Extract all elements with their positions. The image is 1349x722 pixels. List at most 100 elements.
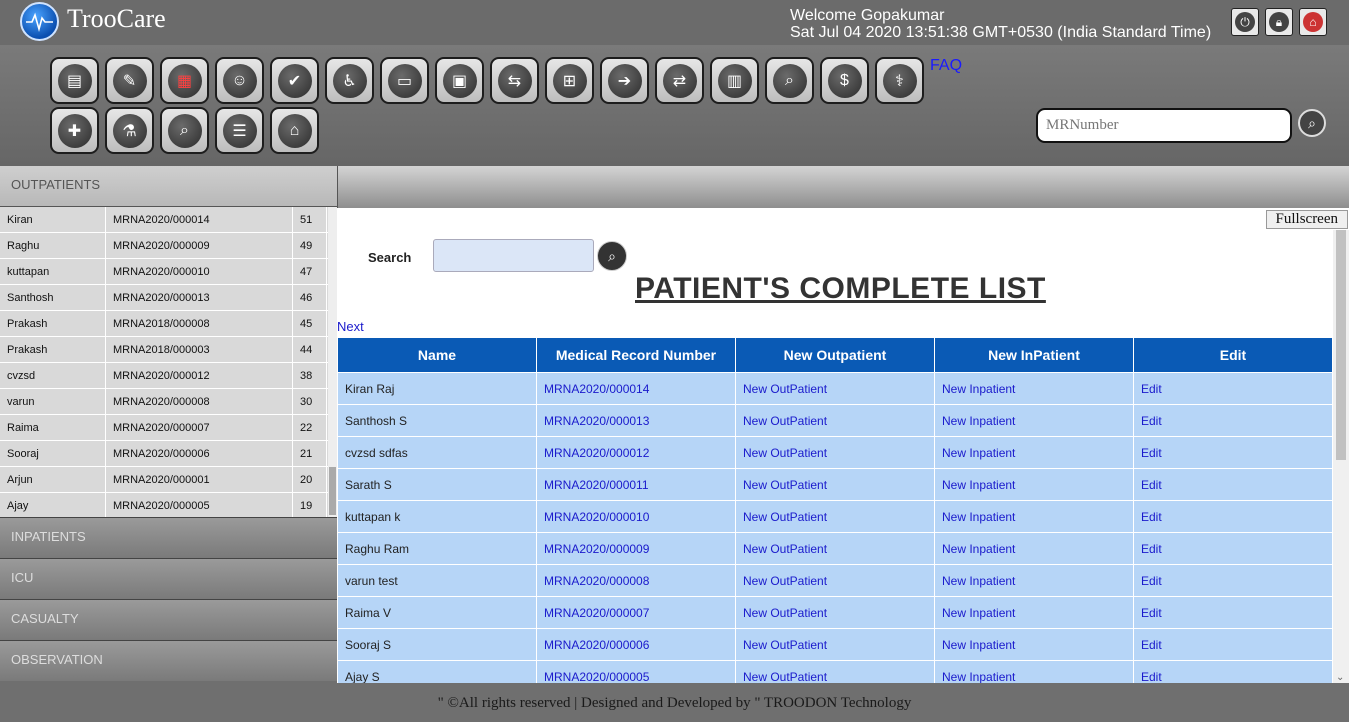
shift-button[interactable]: ⇄ — [655, 57, 704, 104]
power-button[interactable]: ⏻ — [1231, 8, 1259, 36]
list-item[interactable]: Prakash MRNA2018/000003 44 — [0, 337, 337, 363]
mr-number-input[interactable] — [1036, 108, 1292, 143]
mr-number-link[interactable]: MRNA2020/000014 — [536, 372, 736, 405]
new-outpatient-link[interactable]: New OutPatient — [735, 596, 935, 629]
bill-button[interactable]: ▦ — [160, 57, 209, 104]
wheelchair-button[interactable]: ♿ — [325, 57, 374, 104]
new-inpatient-link[interactable]: New Inpatient — [934, 660, 1134, 683]
bed-patient-icon: ▭ — [387, 63, 422, 98]
section-casualty[interactable]: CASUALTY — [0, 599, 337, 640]
new-inpatient-link[interactable]: New Inpatient — [934, 500, 1134, 533]
edit-link[interactable]: Edit — [1133, 500, 1333, 533]
new-inpatient-link[interactable]: New Inpatient — [934, 596, 1134, 629]
mr-number-link[interactable]: MRNA2020/000009 — [536, 532, 736, 565]
patient-search-button[interactable]: ⌕ — [597, 241, 627, 271]
search-button[interactable]: ⌕ — [160, 107, 209, 154]
new-outpatient-link[interactable]: New OutPatient — [735, 436, 935, 469]
ward-button[interactable]: ⌂ — [270, 107, 319, 154]
mr-number-link[interactable]: MRNA2020/000010 — [536, 500, 736, 533]
outpatients-scrollbar[interactable] — [328, 207, 337, 517]
edit-link[interactable]: Edit — [1133, 596, 1333, 629]
mr-number-link[interactable]: MRNA2020/000007 — [536, 596, 736, 629]
billing-button[interactable]: $ — [820, 57, 869, 104]
report-icon: ▥ — [717, 63, 752, 98]
outpatient-name: Santhosh — [0, 285, 106, 310]
section-observation[interactable]: OBSERVATION — [0, 640, 337, 681]
hospital-button[interactable]: ⊞ — [545, 57, 594, 104]
mr-number-link[interactable]: MRNA2020/000013 — [536, 404, 736, 437]
new-outpatient-link[interactable]: New OutPatient — [735, 628, 935, 661]
clipboard-check-button[interactable]: ✔ — [270, 57, 319, 104]
new-inpatient-link[interactable]: New Inpatient — [934, 468, 1134, 501]
outpatients-header[interactable]: OUTPATIENTS — [0, 166, 337, 207]
patient-name: Ajay S — [337, 660, 537, 683]
lab-flask-button[interactable]: ⚗ — [105, 107, 154, 154]
new-inpatient-link[interactable]: New Inpatient — [934, 628, 1134, 661]
new-outpatient-link[interactable]: New OutPatient — [735, 564, 935, 597]
section-inpatients[interactable]: INPATIENTS — [0, 517, 337, 558]
list-item[interactable]: Santhosh MRNA2020/000013 46 — [0, 285, 337, 311]
new-inpatient-link[interactable]: New Inpatient — [934, 404, 1134, 437]
mr-number-link[interactable]: MRNA2020/000012 — [536, 436, 736, 469]
prescription-button[interactable]: ✎ — [105, 57, 154, 104]
new-outpatient-link[interactable]: New OutPatient — [735, 372, 935, 405]
user-settings-button[interactable]: ☺ — [215, 57, 264, 104]
list-button[interactable]: ☰ — [215, 107, 264, 154]
new-inpatient-link[interactable]: New Inpatient — [934, 564, 1134, 597]
new-outpatient-link[interactable]: New OutPatient — [735, 500, 935, 533]
mr-number-link[interactable]: MRNA2020/000008 — [536, 564, 736, 597]
home-icon: ⌂ — [1303, 12, 1323, 32]
bed-patient-button[interactable]: ▭ — [380, 57, 429, 104]
edit-link[interactable]: Edit — [1133, 564, 1333, 597]
edit-link[interactable]: Edit — [1133, 436, 1333, 469]
mr-number-link[interactable]: MRNA2020/000005 — [536, 660, 736, 683]
edit-link[interactable]: Edit — [1133, 404, 1333, 437]
fullscreen-button[interactable]: Fullscreen — [1265, 210, 1348, 229]
new-inpatient-link[interactable]: New Inpatient — [934, 372, 1134, 405]
new-outpatient-link[interactable]: New OutPatient — [735, 532, 935, 565]
column-new-inpatient: New InPatient — [934, 337, 1134, 373]
edit-link[interactable]: Edit — [1133, 628, 1333, 661]
new-inpatient-link[interactable]: New Inpatient — [934, 436, 1134, 469]
edit-link[interactable]: Edit — [1133, 660, 1333, 683]
lab-flask-icon: ⚗ — [112, 113, 147, 148]
edit-link[interactable]: Edit — [1133, 532, 1333, 565]
table-row: varun test MRNA2020/000008 New OutPatient N… — [337, 564, 1333, 597]
mr-number-link[interactable]: MRNA2020/000011 — [536, 468, 736, 501]
doctor-button[interactable]: ⚕ — [875, 57, 924, 104]
report-button[interactable]: ▥ — [710, 57, 759, 104]
admission-button[interactable]: ▣ — [435, 57, 484, 104]
list-item[interactable]: varun MRNA2020/000008 30 — [0, 389, 337, 415]
list-item[interactable]: kuttapan MRNA2020/000010 47 — [0, 259, 337, 285]
patient-search-input[interactable] — [433, 239, 594, 272]
new-outpatient-link[interactable]: New OutPatient — [735, 468, 935, 501]
list-item[interactable]: Raima MRNA2020/000007 22 — [0, 415, 337, 441]
list-item[interactable]: Raghu MRNA2020/000009 49 — [0, 233, 337, 259]
edit-link[interactable]: Edit — [1133, 372, 1333, 405]
app-brand: TrooCare — [67, 4, 166, 33]
list-item[interactable]: Arjun MRNA2020/000001 20 — [0, 467, 337, 493]
list-item[interactable]: Sooraj MRNA2020/000006 21 — [0, 441, 337, 467]
medical-file-button[interactable]: ✚ — [50, 107, 99, 154]
search-button[interactable]: ⌕ — [765, 57, 814, 104]
content-scrollbar[interactable]: ⌄ — [1333, 230, 1349, 683]
section-icu[interactable]: ICU — [0, 558, 337, 599]
edit-link[interactable]: Edit — [1133, 468, 1333, 501]
lock-button[interactable]: 🔒︎ — [1265, 8, 1293, 36]
document-button[interactable]: ▤ — [50, 57, 99, 104]
next-page-link[interactable]: Next — [337, 319, 364, 334]
transfer-button[interactable]: ⇆ — [490, 57, 539, 104]
faq-link[interactable]: FAQ — [930, 57, 962, 75]
list-item[interactable]: cvzsd MRNA2020/000012 38 — [0, 363, 337, 389]
mr-search-button[interactable]: ⌕ — [1298, 109, 1326, 137]
list-item[interactable]: Prakash MRNA2018/000008 45 — [0, 311, 337, 337]
mr-number-link[interactable]: MRNA2020/000006 — [536, 628, 736, 661]
discharge-button[interactable]: ➔ — [600, 57, 649, 104]
new-outpatient-link[interactable]: New OutPatient — [735, 404, 935, 437]
home-button[interactable]: ⌂ — [1299, 8, 1327, 36]
outpatient-mr-number: MRNA2020/000010 — [106, 259, 293, 284]
list-item[interactable]: Ajay MRNA2020/000005 19 — [0, 493, 337, 517]
list-item[interactable]: Kiran MRNA2020/000014 51 — [0, 207, 337, 233]
new-inpatient-link[interactable]: New Inpatient — [934, 532, 1134, 565]
new-outpatient-link[interactable]: New OutPatient — [735, 660, 935, 683]
